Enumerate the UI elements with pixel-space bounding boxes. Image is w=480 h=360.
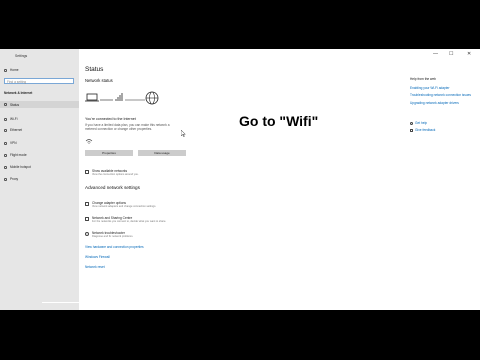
sidebar-item-mobile-hotspot[interactable]: Mobile hotspot xyxy=(4,165,31,169)
page-title: Status xyxy=(85,66,104,73)
wifi-icon xyxy=(85,139,93,144)
laptop-icon xyxy=(85,93,99,102)
home-icon xyxy=(4,68,7,72)
give-feedback-link[interactable]: Give feedback xyxy=(410,128,435,132)
help-link-troubleshoot[interactable]: Troubleshooting network connection issue… xyxy=(410,93,471,97)
get-help-icon xyxy=(410,121,413,125)
feedback-icon xyxy=(410,128,413,132)
hotspot-icon xyxy=(4,165,7,169)
help-link-enable-wifi[interactable]: Enabling your Wi-Fi adapter xyxy=(410,86,450,90)
show-networks-icon xyxy=(85,170,89,174)
advanced-settings-heading: Advanced network settings xyxy=(85,185,140,190)
wifi-signal-icon xyxy=(115,93,123,101)
troubleshooter-icon xyxy=(85,232,89,236)
show-networks-row[interactable]: Show available networks View the connect… xyxy=(85,169,235,178)
hardware-properties-link[interactable]: View hardware and connection properties xyxy=(85,245,144,249)
close-button[interactable]: ✕ xyxy=(467,51,471,57)
adapter-icon xyxy=(85,202,89,206)
settings-window: Settings Home Find a setting Network & I… xyxy=(0,49,480,310)
search-input[interactable]: Find a setting xyxy=(4,78,74,84)
sidebar-item-ethernet[interactable]: Ethernet xyxy=(4,128,22,132)
change-adapter-options[interactable]: Change adapter options View network adap… xyxy=(85,201,245,210)
minimize-button[interactable]: — xyxy=(433,51,438,57)
network-status-heading: Network status xyxy=(85,78,113,83)
connection-desc-2: metered connection or change other prope… xyxy=(85,127,153,131)
wifi-icon xyxy=(4,117,7,121)
divider xyxy=(42,302,79,303)
sidebar-item-proxy[interactable]: Proxy xyxy=(4,177,18,181)
network-sharing-centre[interactable]: Network and Sharing Centre For the netwo… xyxy=(85,216,245,225)
sidebar-item-wifi[interactable]: Wi-Fi xyxy=(4,117,17,121)
sidebar-item-flight-mode[interactable]: Flight mode xyxy=(4,153,27,157)
instruction-overlay: Go to "Wifi" xyxy=(239,113,319,129)
ethernet-icon xyxy=(4,128,7,132)
internet-globe-icon xyxy=(145,91,159,105)
sidebar-item-vpn[interactable]: VPN xyxy=(4,141,17,145)
windows-firewall-link[interactable]: Windows Firewall xyxy=(85,255,110,259)
sharing-centre-icon xyxy=(85,217,89,221)
main-content: — ☐ ✕ Status Network status You're conne… xyxy=(79,49,480,310)
network-troubleshooter[interactable]: Network troubleshooter Diagnose and fix … xyxy=(85,231,245,240)
globe-icon xyxy=(4,177,7,181)
help-link-drivers[interactable]: Upgrading network adapter drivers xyxy=(410,101,459,105)
airplane-icon xyxy=(4,153,7,157)
properties-button[interactable]: Properties xyxy=(85,150,133,156)
window-title: Settings xyxy=(15,54,28,58)
vpn-icon xyxy=(4,141,7,145)
network-reset-link[interactable]: Network reset xyxy=(85,265,105,269)
network-diagram xyxy=(85,91,159,105)
connection-status-title: You're connected to the Internet xyxy=(85,117,136,121)
maximize-button[interactable]: ☐ xyxy=(449,51,453,57)
help-heading: Help from the web xyxy=(410,77,436,81)
globe-icon xyxy=(4,103,7,106)
sidebar-item-status[interactable]: Status xyxy=(0,101,79,108)
sidebar-section-title: Network & Internet xyxy=(4,91,33,95)
mouse-cursor-icon xyxy=(181,130,186,137)
sidebar-home[interactable]: Home xyxy=(4,68,19,72)
sidebar: Settings Home Find a setting Network & I… xyxy=(0,49,79,310)
get-help-link[interactable]: Get help xyxy=(410,121,427,125)
data-usage-button[interactable]: Data usage xyxy=(138,150,186,156)
